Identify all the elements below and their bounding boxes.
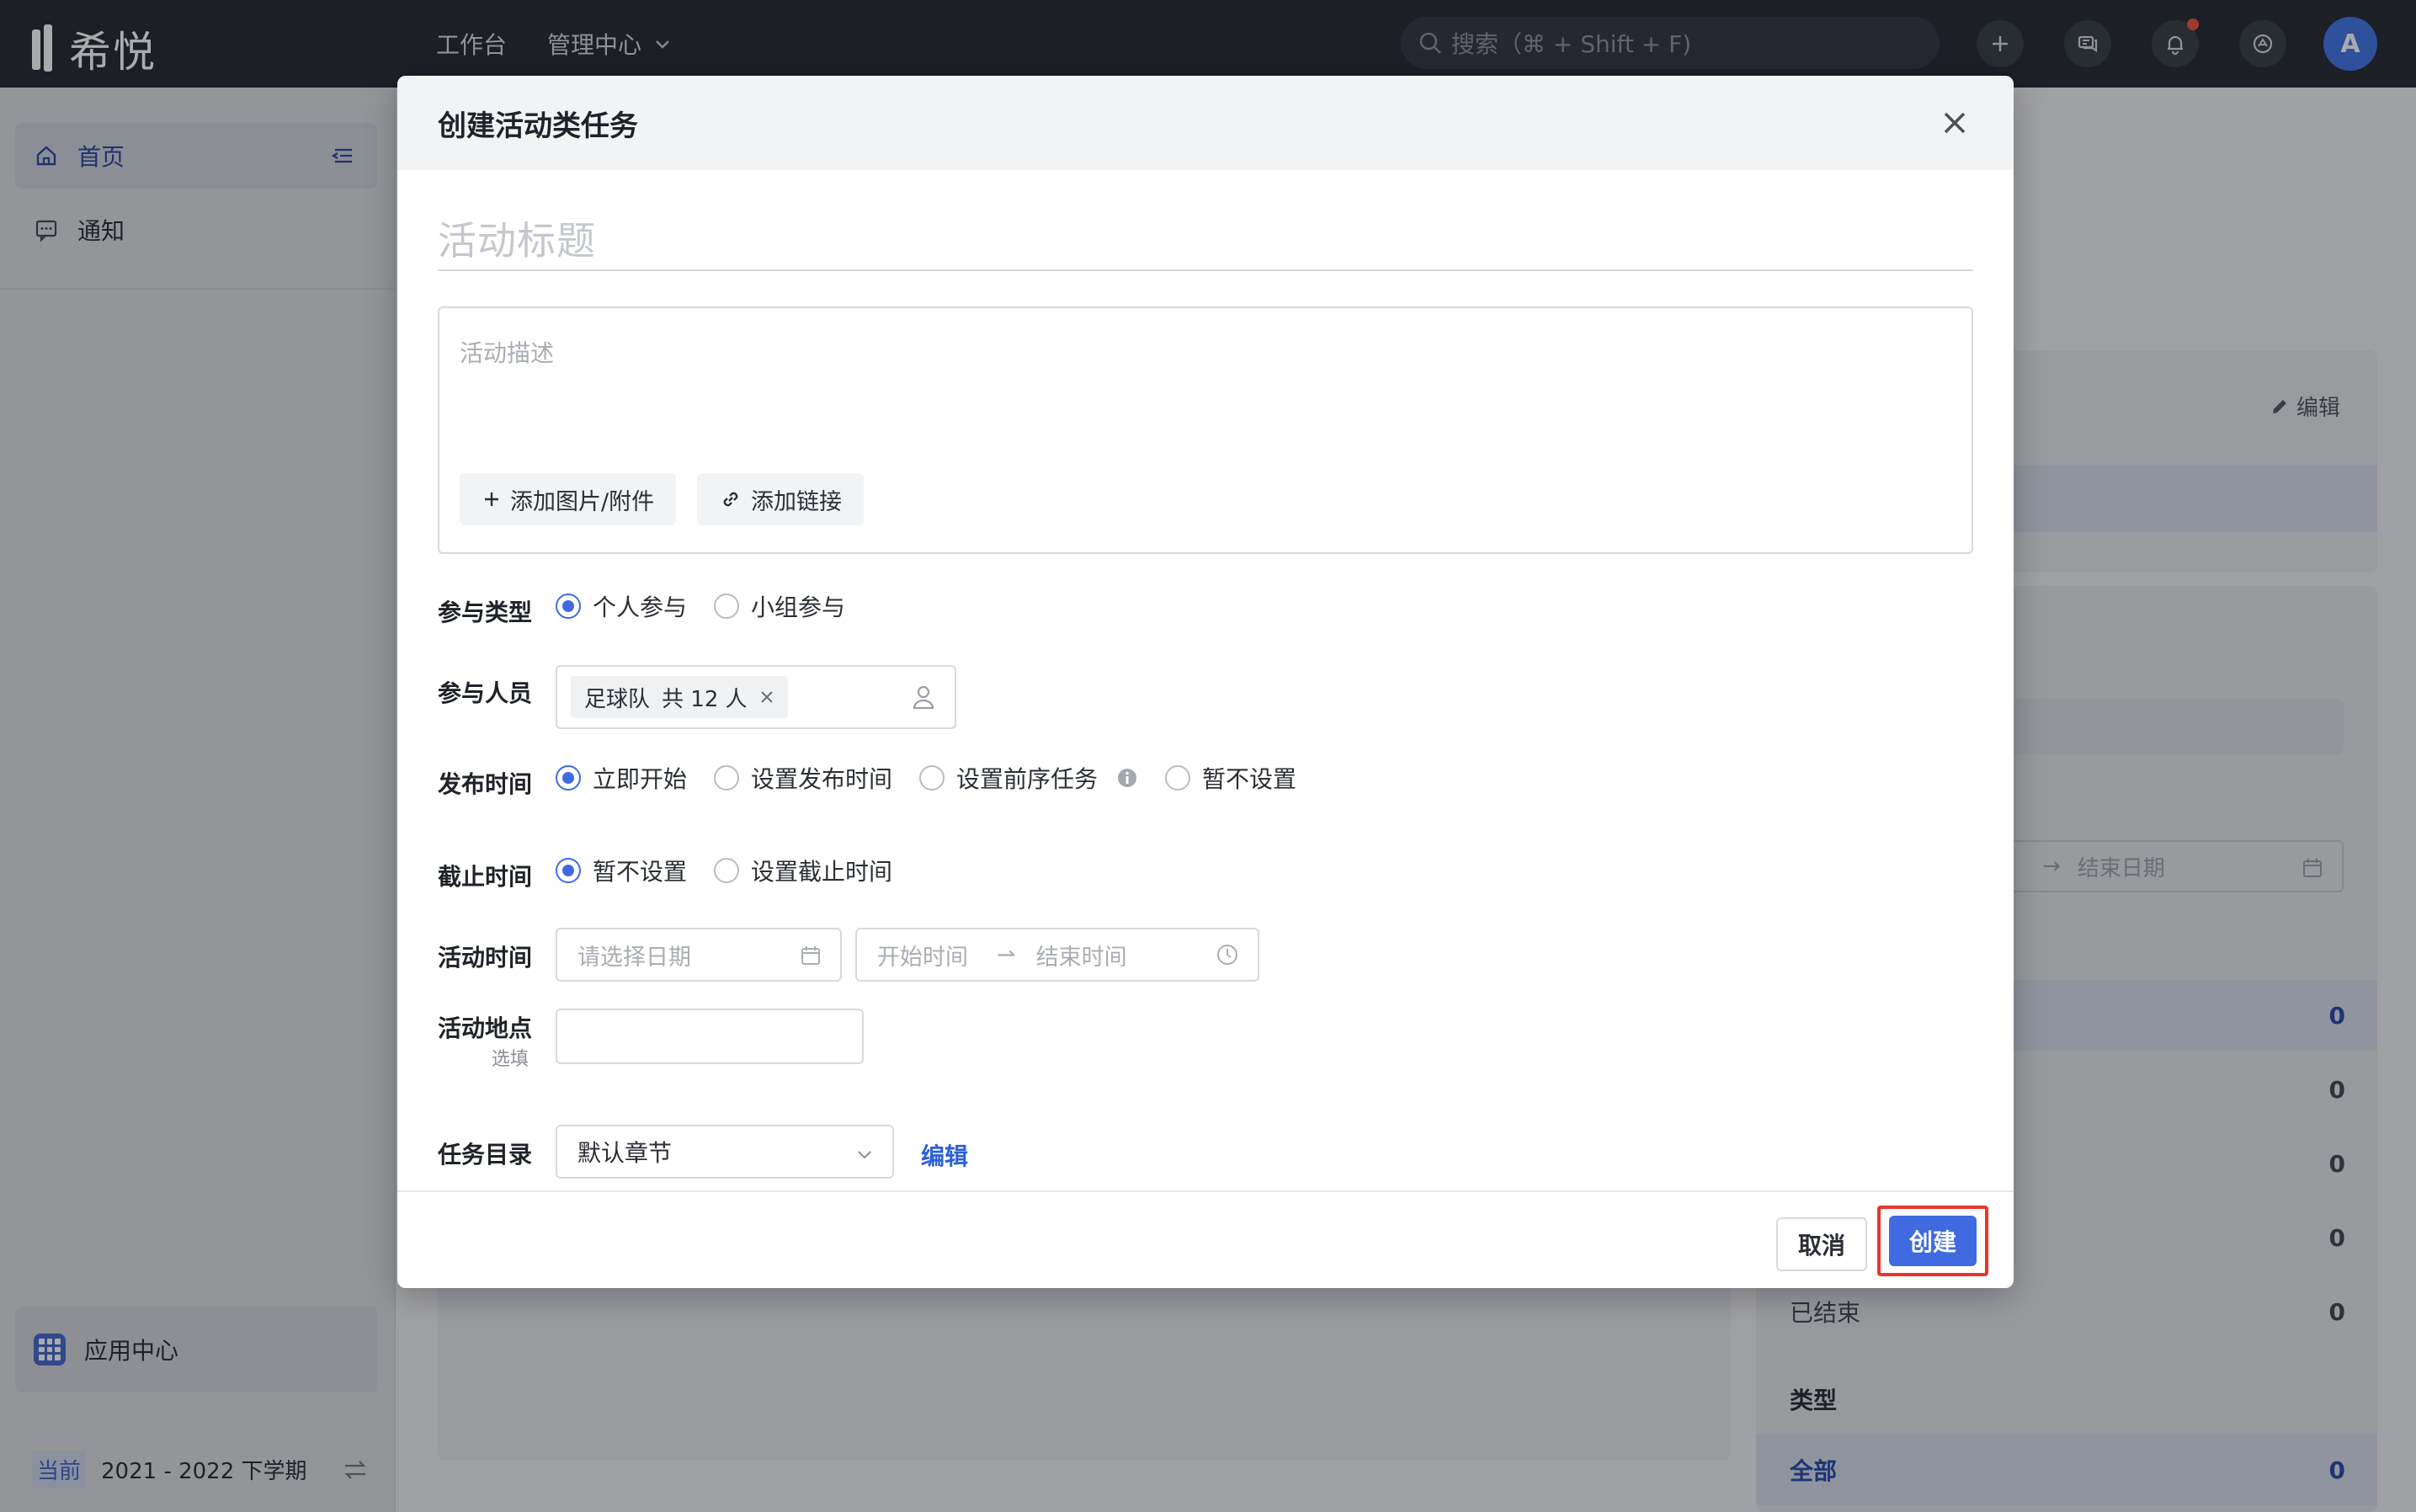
participation-type-label: 参与类型 xyxy=(438,599,533,626)
create-button-highlight: 创建 xyxy=(1877,1206,1988,1276)
radio-start-now[interactable]: 立即开始 xyxy=(556,761,687,795)
publish-time-label: 发布时间 xyxy=(438,770,533,798)
radio-dot xyxy=(556,858,581,883)
date-placeholder: 请选择日期 xyxy=(577,944,691,971)
radio-set-prerequisite-task[interactable]: 设置前序任务 xyxy=(919,761,1138,795)
info-icon[interactable] xyxy=(1116,767,1138,789)
radio-label: 暂不设置 xyxy=(1202,765,1297,793)
task-catalog-select[interactable]: 默认章节 xyxy=(556,1125,894,1179)
radio-label: 暂不设置 xyxy=(593,858,688,886)
dialog-header: 创建活动类任务 xyxy=(397,76,2014,170)
description-placeholder: 活动描述 xyxy=(460,339,555,367)
radio-label: 个人参与 xyxy=(593,594,688,621)
deadline-label: 截止时间 xyxy=(438,863,533,891)
radio-label: 设置截止时间 xyxy=(751,858,893,886)
user-icon[interactable] xyxy=(911,684,936,711)
end-time-placeholder: 结束时间 xyxy=(1035,944,1127,971)
radio-individual[interactable]: 个人参与 xyxy=(556,589,687,623)
radio-dot xyxy=(556,765,581,791)
cancel-button[interactable]: 取消 xyxy=(1776,1217,1867,1271)
close-icon xyxy=(1944,112,1966,134)
arrow-right-icon: ⇀ xyxy=(997,941,1016,968)
radio-set-deadline[interactable]: 设置截止时间 xyxy=(714,854,892,887)
dialog-footer: 取消 创建 xyxy=(397,1190,2014,1288)
link-icon xyxy=(723,492,738,507)
catalog-edit-link[interactable]: 编辑 xyxy=(921,1138,968,1172)
plus-icon xyxy=(485,492,498,506)
radio-dot xyxy=(556,594,581,619)
activity-date-picker[interactable]: 请选择日期 xyxy=(556,928,842,982)
close-button[interactable] xyxy=(1936,104,1973,141)
start-time-placeholder: 开始时间 xyxy=(877,944,968,971)
create-activity-task-dialog: 创建活动类任务 活动标题 活动描述 添加图片/附件 添加链接 参与类型 个人参与… xyxy=(397,76,2014,1288)
create-button[interactable]: 创建 xyxy=(1889,1216,1977,1266)
radio-no-deadline[interactable]: 暂不设置 xyxy=(556,854,687,887)
clock-icon xyxy=(1217,945,1237,965)
activity-time-label: 活动时间 xyxy=(438,944,533,972)
publish-time-radio-group: 立即开始 设置发布时间 设置前序任务 暂不设置 xyxy=(556,761,1323,795)
task-catalog-label: 任务目录 xyxy=(438,1141,533,1169)
radio-group-participation[interactable]: 小组参与 xyxy=(714,589,845,623)
participant-tag-name: 足球队 xyxy=(584,686,651,712)
location-optional-hint: 选填 xyxy=(492,1049,529,1070)
activity-time-range-picker[interactable]: 开始时间 ⇀ 结束时间 xyxy=(855,928,1259,982)
radio-dot xyxy=(714,594,740,619)
chevron-down-icon xyxy=(858,1151,871,1159)
add-attachment-button[interactable]: 添加图片/附件 xyxy=(460,473,677,525)
activity-title-input[interactable]: 活动标题 xyxy=(438,207,1973,271)
catalog-selected-value: 默认章节 xyxy=(577,1139,673,1167)
radio-label: 设置前序任务 xyxy=(956,765,1099,793)
participants-selector[interactable]: 足球队 共 12 人 xyxy=(556,665,956,729)
add-attachment-label: 添加图片/附件 xyxy=(510,488,655,515)
participants-label: 参与人员 xyxy=(438,679,533,707)
radio-dot xyxy=(919,765,945,791)
radio-dot xyxy=(714,765,740,791)
radio-no-publish-time[interactable]: 暂不设置 xyxy=(1165,761,1296,795)
radio-dot xyxy=(714,858,740,883)
add-link-label: 添加链接 xyxy=(751,488,842,515)
remove-tag-icon[interactable] xyxy=(759,689,774,705)
radio-label: 小组参与 xyxy=(751,594,846,621)
activity-location-input[interactable] xyxy=(556,1009,864,1064)
radio-label: 立即开始 xyxy=(593,765,688,793)
calendar-icon xyxy=(801,946,820,965)
participant-tag-count: 共 12 人 xyxy=(662,686,748,712)
radio-label: 设置发布时间 xyxy=(751,765,893,793)
add-link-button[interactable]: 添加链接 xyxy=(697,473,864,525)
participant-tag: 足球队 共 12 人 xyxy=(571,676,788,718)
dialog-title: 创建活动类任务 xyxy=(438,109,638,143)
title-placeholder: 活动标题 xyxy=(438,218,596,264)
activity-description-input[interactable]: 活动描述 添加图片/附件 添加链接 xyxy=(438,306,1973,554)
radio-set-publish-time[interactable]: 设置发布时间 xyxy=(714,761,892,795)
participation-type-radio-group: 个人参与 小组参与 xyxy=(556,589,872,623)
deadline-radio-group: 暂不设置 设置截止时间 xyxy=(556,854,919,887)
radio-dot xyxy=(1165,765,1191,791)
location-label: 活动地点 xyxy=(438,1014,533,1042)
